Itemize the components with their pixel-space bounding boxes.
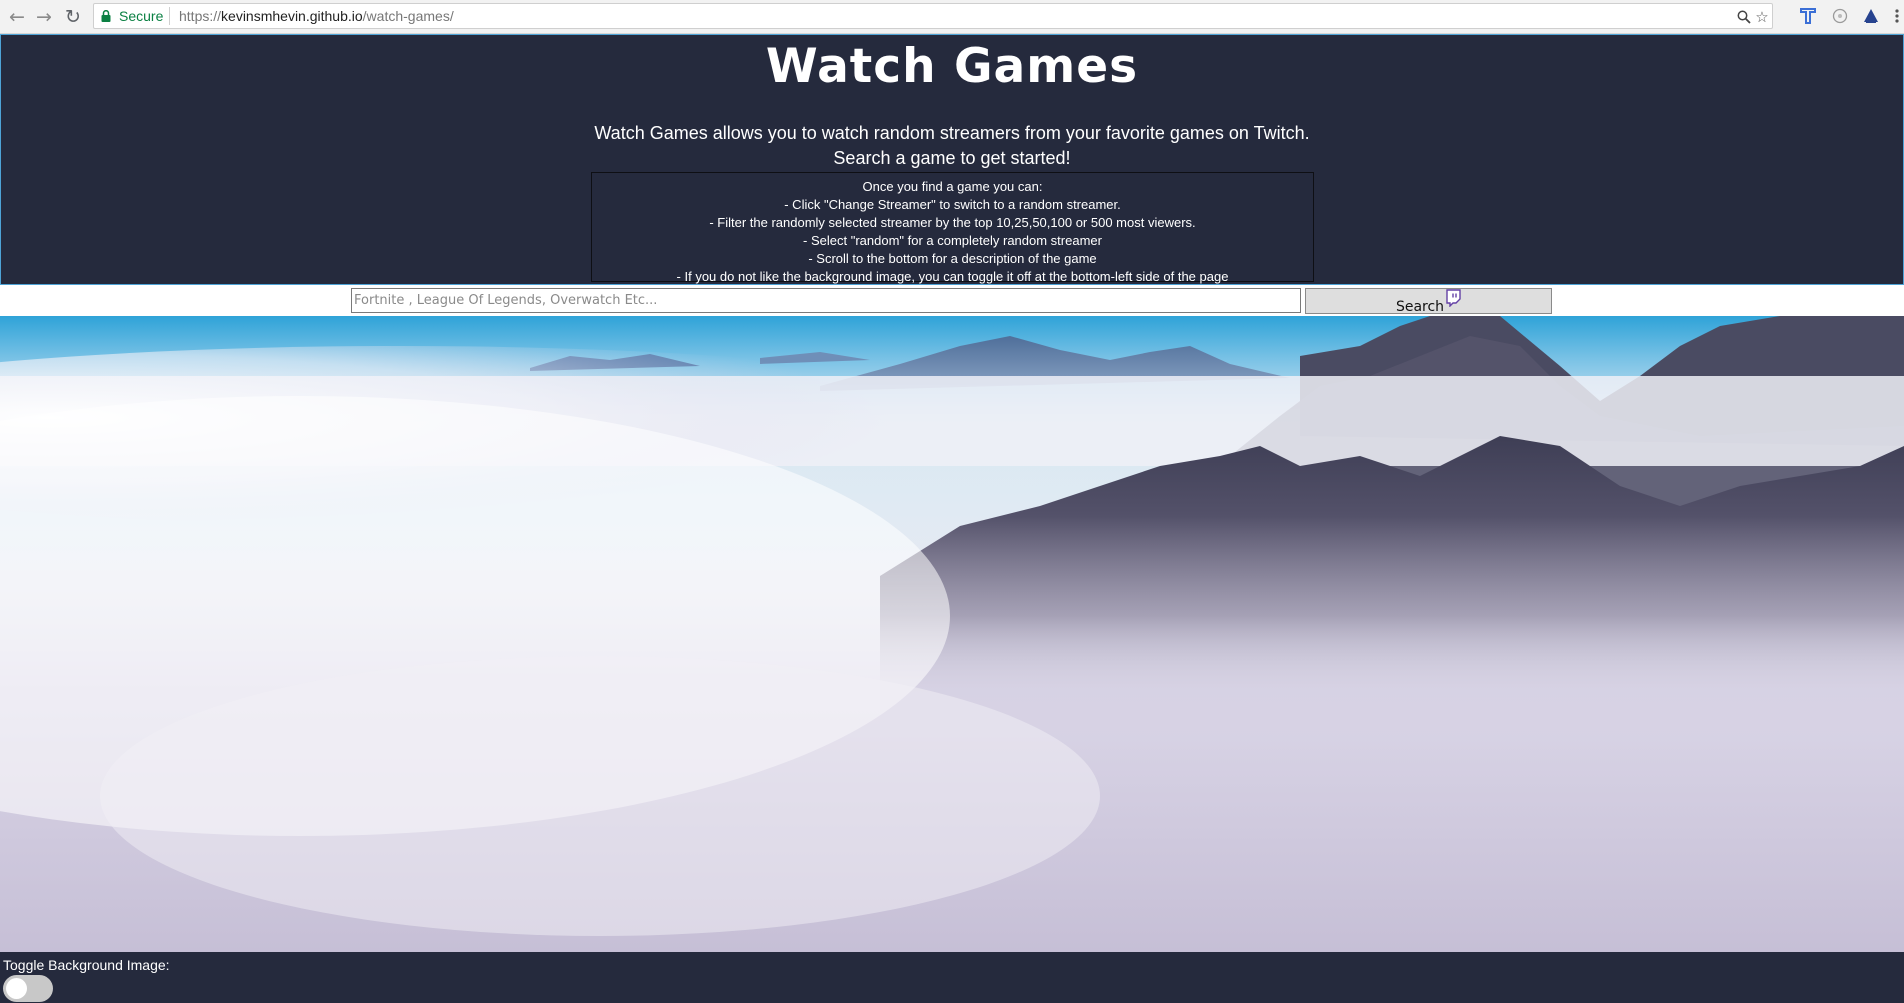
extension-icon[interactable] bbox=[1829, 5, 1851, 27]
browser-toolbar: ← → ↻ Secure https://kevinsmhevin.github… bbox=[0, 0, 1904, 34]
page-title: Watch Games bbox=[765, 39, 1139, 94]
get-started-text: Search a game to get started! bbox=[833, 148, 1071, 168]
secure-label: Secure bbox=[119, 8, 164, 24]
intro-text: Watch Games allows you to watch random s… bbox=[594, 123, 1310, 143]
address-bar[interactable]: Secure https://kevinsmhevin.github.io/wa… bbox=[93, 3, 1773, 29]
url-scheme: https:// bbox=[179, 8, 222, 24]
url-text[interactable]: https://kevinsmhevin.github.io/watch-gam… bbox=[179, 8, 454, 24]
toggle-knob bbox=[6, 978, 27, 999]
mountain-clouds-image bbox=[0, 316, 1904, 952]
toggle-background-label: Toggle Background Image: bbox=[3, 957, 170, 973]
instruction-line: Once you find a game you can: bbox=[862, 179, 1043, 194]
instruction-line: - Filter the randomly selected streamer … bbox=[709, 215, 1196, 230]
game-search-input[interactable] bbox=[351, 288, 1301, 313]
url-separator bbox=[169, 7, 170, 25]
extension-icon[interactable] bbox=[1860, 5, 1882, 27]
twitch-icon bbox=[1446, 289, 1461, 307]
zoom-icon[interactable] bbox=[1734, 7, 1754, 27]
forward-icon[interactable]: → bbox=[31, 4, 57, 30]
lock-icon bbox=[101, 10, 111, 22]
back-icon[interactable]: ← bbox=[4, 4, 30, 30]
instruction-line: - Select "random" for a completely rando… bbox=[803, 233, 1102, 248]
page-header: Watch Games Watch Games allows you to wa… bbox=[0, 34, 1904, 285]
menu-icon[interactable] bbox=[1886, 5, 1904, 27]
page-footer: Toggle Background Image: bbox=[0, 952, 1904, 1003]
instructions-box: Once you find a game you can: - Click "C… bbox=[591, 172, 1314, 284]
background-image bbox=[0, 316, 1904, 952]
instruction-line: - If you do not like the background imag… bbox=[676, 269, 1229, 284]
reload-icon[interactable]: ↻ bbox=[60, 4, 86, 30]
instruction-line: - Scroll to the bottom for a description… bbox=[808, 251, 1097, 266]
instruction-line: - Click "Change Streamer" to switch to a… bbox=[784, 197, 1121, 212]
search-button-label: Search bbox=[1395, 299, 1445, 315]
search-bar: Search bbox=[0, 285, 1904, 316]
url-path: /watch-games/ bbox=[362, 8, 454, 24]
search-button[interactable]: Search bbox=[1305, 288, 1552, 315]
url-host: kevinsmhevin.github.io bbox=[221, 8, 363, 24]
extension-icon[interactable] bbox=[1797, 5, 1819, 27]
background-toggle-switch[interactable] bbox=[3, 975, 53, 1002]
star-icon[interactable]: ☆ bbox=[1752, 7, 1772, 27]
